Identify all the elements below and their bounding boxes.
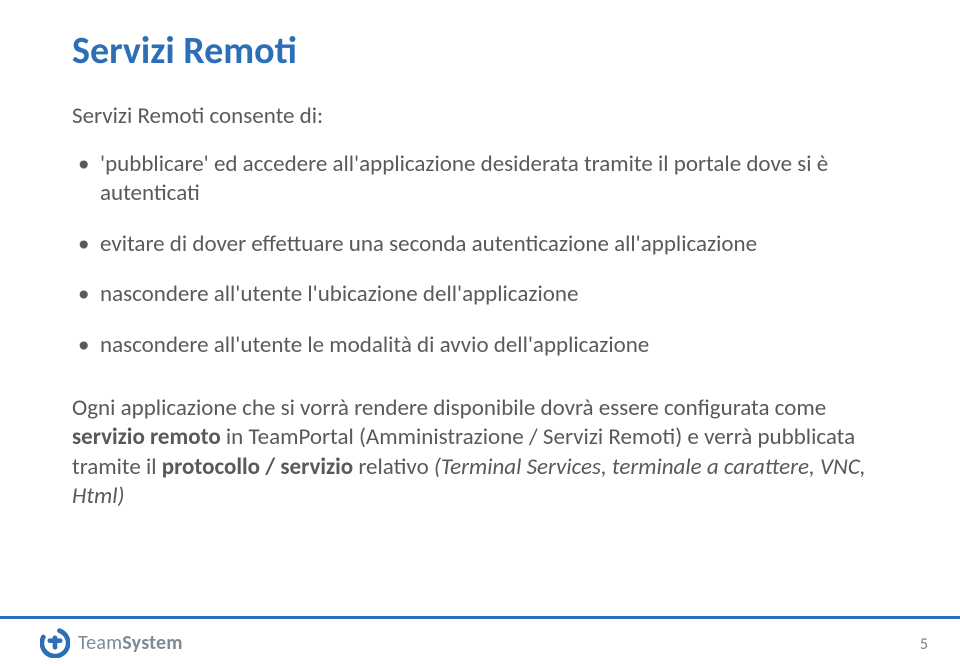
summary-paragraph: Ogni applicazione che si vorrà rendere d… [72, 394, 888, 512]
lead-text: Servizi Remoti consente di: [72, 102, 888, 130]
bullet-list: 'pubblicare' ed accedere all'applicazion… [72, 150, 888, 360]
brand-name-part2: System [122, 631, 183, 655]
para-bold: servizio remoto [72, 423, 221, 451]
brand-name-part1: Team [78, 631, 122, 655]
brand-logo: TeamSystem [40, 628, 183, 658]
list-item: nascondere all'utente l'ubicazione dell'… [72, 280, 888, 309]
list-item: 'pubblicare' ed accedere all'applicazion… [72, 150, 888, 208]
page-number: 5 [920, 635, 928, 654]
footer-bar: TeamSystem 5 [0, 616, 960, 666]
list-item: nascondere all'utente le modalità di avv… [72, 331, 888, 360]
para-bold: protocollo / servizio [162, 453, 353, 481]
teamsystem-logo-icon [40, 628, 70, 658]
slide-title: Servizi Remoti [72, 28, 888, 74]
slide: Servizi Remoti Servizi Remoti consente d… [0, 0, 960, 666]
para-text: relativo [353, 453, 434, 481]
brand-name: TeamSystem [78, 631, 183, 655]
para-text: Ogni applicazione che si vorrà rendere d… [72, 394, 826, 422]
list-item: evitare di dover effettuare una seconda … [72, 230, 888, 259]
